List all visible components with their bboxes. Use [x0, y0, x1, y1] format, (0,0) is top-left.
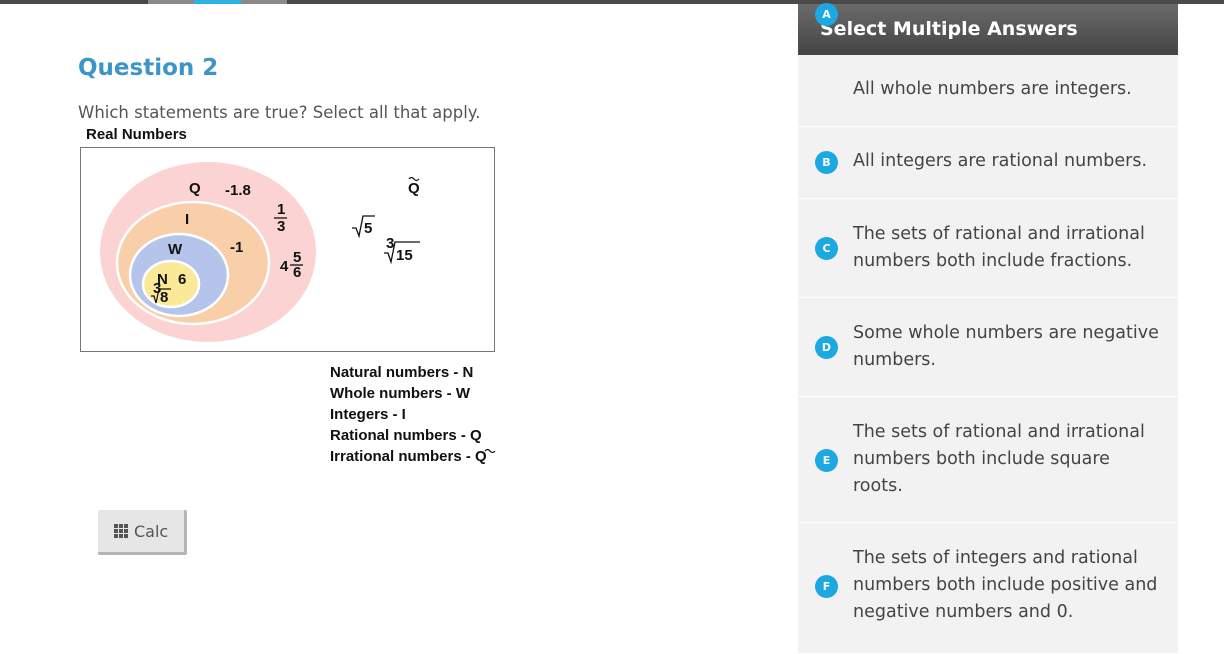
question-prompt: Which statements are true? Select all th…	[78, 103, 481, 122]
option-badge-a: A	[815, 3, 838, 26]
option-badge-e: E	[815, 449, 838, 472]
label-I: I	[185, 211, 189, 228]
answers-panel-header: Select Multiple Answers	[798, 4, 1178, 55]
natural-set-region	[141, 259, 201, 309]
label-W: W	[168, 241, 183, 258]
venn-diagram: Q -1.8 1 3 I W -1 4 5 6 N 6 3 8 5 3 15 Q	[80, 147, 495, 352]
option-text-a: All whole numbers are integers.	[853, 79, 1132, 99]
grid-icon	[114, 524, 128, 538]
cube-root-15-radicand: 15	[396, 247, 413, 264]
tilde-mark	[484, 448, 496, 454]
value-six: 6	[178, 271, 186, 288]
answer-option-b[interactable]: B All integers are rational numbers.	[798, 127, 1178, 199]
option-text-c: The sets of rational and irrational numb…	[853, 224, 1145, 271]
mixed-number-whole: 4	[280, 258, 289, 275]
cube-root-8-radicand: 8	[160, 289, 168, 306]
label-Q-tilde: Q	[408, 180, 420, 197]
label-Q: Q	[189, 180, 201, 197]
fraction-denominator: 3	[277, 218, 285, 235]
option-badge-b: B	[815, 151, 838, 174]
value-neg-1-8: -1.8	[225, 182, 251, 199]
option-badge-f: F	[815, 575, 838, 598]
legend-tilde-overlay	[484, 448, 496, 454]
option-text-d: Some whole numbers are negative numbers.	[853, 323, 1159, 370]
question-title: Question 2	[78, 55, 219, 81]
option-badge-d: D	[815, 336, 838, 359]
value-neg-1: -1	[230, 239, 243, 256]
answer-option-a[interactable]: A All whole numbers are integers.	[798, 3, 1178, 127]
fraction-numerator: 1	[277, 201, 285, 218]
answers-panel: Select Multiple Answers A All whole numb…	[798, 3, 1178, 654]
venn-diagram-svg: Q -1.8 1 3 I W -1 4 5 6 N 6 3 8 5 3 15 Q	[100, 162, 420, 342]
mixed-number-denominator: 6	[293, 264, 301, 281]
option-text-e: The sets of rational and irrational numb…	[853, 422, 1145, 496]
answer-option-e[interactable]: E The sets of rational and irrational nu…	[798, 397, 1178, 523]
sqrt-5-radicand: 5	[364, 220, 372, 237]
progress-segment-active[interactable]	[194, 0, 241, 4]
calculator-button-label: Calc	[134, 521, 169, 541]
progress-segment[interactable]	[148, 0, 194, 4]
answer-option-d[interactable]: D Some whole numbers are negative number…	[798, 298, 1178, 397]
option-badge-c: C	[815, 237, 838, 260]
figure-title: Real Numbers	[86, 126, 187, 143]
option-text-f: The sets of integers and rational number…	[853, 548, 1158, 622]
set-legend: Natural numbers - N Whole numbers - W In…	[330, 362, 496, 467]
answer-option-c[interactable]: C The sets of rational and irrational nu…	[798, 199, 1178, 298]
calculator-button[interactable]: Calc	[98, 510, 187, 555]
progress-segment[interactable]	[241, 0, 287, 4]
option-text-b: All integers are rational numbers.	[853, 151, 1148, 171]
answer-option-f[interactable]: F The sets of integers and rational numb…	[798, 523, 1178, 654]
